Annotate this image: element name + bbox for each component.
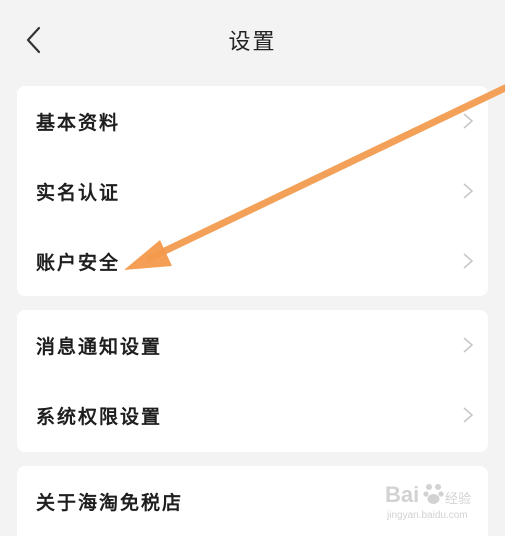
settings-group-account: 基本资料 实名认证 账户安全 — [17, 86, 488, 296]
settings-item-notification-settings[interactable]: 消息通知设置 — [17, 310, 488, 380]
settings-item-account-security[interactable]: 账户安全 — [17, 226, 488, 296]
chevron-right-icon — [463, 407, 474, 423]
chevron-right-icon — [463, 337, 474, 353]
settings-item-label: 系统权限设置 — [36, 405, 163, 428]
chevron-right-icon — [463, 183, 474, 199]
settings-item-label: 基本资料 — [36, 111, 121, 134]
settings-item-label: 关于海淘免税店 — [36, 491, 184, 514]
settings-item-basic-info[interactable]: 基本资料 — [17, 86, 488, 156]
settings-item-label: 消息通知设置 — [36, 335, 163, 358]
settings-item-label: 实名认证 — [36, 181, 121, 204]
settings-item-real-name-verification[interactable]: 实名认证 — [17, 156, 488, 226]
settings-group-permissions: 消息通知设置 系统权限设置 — [17, 310, 488, 452]
settings-group-about: 关于海淘免税店 — [17, 466, 488, 536]
settings-item-label: 账户安全 — [36, 251, 121, 274]
chevron-right-icon — [463, 113, 474, 129]
page-title: 设置 — [228, 30, 277, 55]
chevron-right-icon — [463, 253, 474, 269]
top-bar: 设置 — [0, 0, 505, 72]
settings-item-system-permissions[interactable]: 系统权限设置 — [17, 380, 488, 450]
settings-item-about[interactable]: 关于海淘免税店 — [17, 466, 488, 536]
